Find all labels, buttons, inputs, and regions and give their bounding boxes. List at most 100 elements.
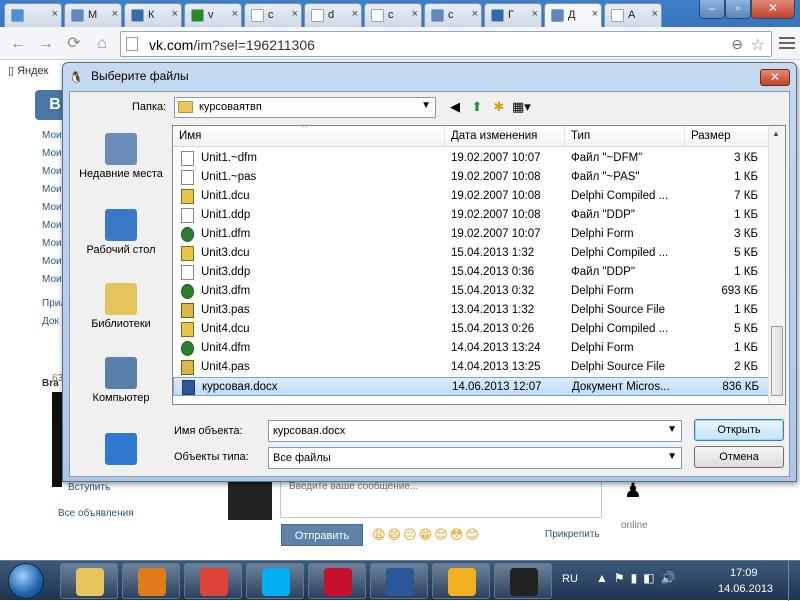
taskbar-word[interactable] bbox=[370, 563, 428, 599]
taskbar-explorer[interactable] bbox=[60, 563, 118, 599]
vk-left-menu-item[interactable]: Мои bbox=[42, 238, 62, 249]
back-arrow-icon[interactable]: ← bbox=[8, 34, 28, 54]
vk-left-menu-item[interactable]: Мои bbox=[42, 220, 62, 231]
column-name[interactable]: Имя bbox=[173, 126, 445, 147]
tab-2[interactable]: К × bbox=[124, 3, 182, 27]
all-ads-link[interactable]: Все объявления bbox=[58, 508, 134, 519]
browser-menu-icon[interactable] bbox=[779, 37, 795, 49]
bookmark-star-icon[interactable]: ☆ bbox=[751, 35, 765, 55]
taskbar-qip[interactable] bbox=[494, 563, 552, 599]
forward-arrow-icon[interactable]: → bbox=[36, 34, 56, 54]
table-row[interactable]: Unit4.dcu 15.04.2013 0:26 Delphi Compiled … bbox=[173, 320, 773, 339]
message-input[interactable]: Введите ваше сообщение... bbox=[280, 480, 602, 518]
new-folder-icon[interactable]: ✱ bbox=[490, 99, 508, 115]
tab-0[interactable]: × bbox=[4, 3, 62, 27]
column-date[interactable]: Дата изменения bbox=[445, 126, 565, 147]
reload-icon[interactable]: ⟳ bbox=[64, 34, 84, 54]
peer-avatar[interactable]: ♟ bbox=[618, 478, 648, 508]
taskbar-delphi7[interactable] bbox=[432, 563, 490, 599]
chevron-down-icon[interactable]: ▼ bbox=[667, 424, 677, 435]
table-row[interactable]: Unit1.~dfm 19.02.2007 10:07 Файл "~DFM" 3 К… bbox=[173, 149, 773, 168]
vk-left-menu-item[interactable]: Мои bbox=[42, 148, 62, 159]
table-row[interactable]: Unit1.dfm 19.02.2007 10:07 Delphi Form 3 КБ bbox=[173, 225, 773, 244]
tab-5[interactable]: d × bbox=[304, 3, 362, 27]
tab-close-icon[interactable]: × bbox=[172, 8, 178, 20]
tab-close-icon[interactable]: × bbox=[652, 8, 658, 20]
scroll-thumb[interactable] bbox=[771, 326, 783, 396]
table-row[interactable]: Unit3.dcu 15.04.2013 1:32 Delphi Compiled … bbox=[173, 244, 773, 263]
vk-ad-image[interactable] bbox=[52, 392, 62, 487]
tab-close-icon[interactable]: × bbox=[412, 8, 418, 20]
place-2[interactable]: Библиотеки bbox=[76, 283, 166, 330]
minimize-button[interactable]: – bbox=[699, 0, 725, 19]
open-button[interactable]: Открыть bbox=[694, 419, 784, 441]
table-row[interactable]: Unit3.pas 13.04.2013 1:32 Delphi Source Fi… bbox=[173, 301, 773, 320]
taskbar-skype[interactable] bbox=[246, 563, 304, 599]
table-row[interactable]: Unit1.dcu 19.02.2007 10:08 Delphi Compiled… bbox=[173, 187, 773, 206]
table-row[interactable]: Unit3.dfm 15.04.2013 0:32 Delphi Form 693 К… bbox=[173, 282, 773, 301]
taskbar-chrome[interactable] bbox=[184, 563, 242, 599]
tab-close-icon[interactable]: × bbox=[352, 8, 358, 20]
tab-9[interactable]: Д × bbox=[544, 3, 602, 27]
view-menu-icon[interactable]: ▦▾ bbox=[512, 99, 531, 115]
taskbar-acrobat[interactable] bbox=[308, 563, 366, 599]
tab-close-icon[interactable]: × bbox=[472, 8, 478, 20]
tab-close-icon[interactable]: × bbox=[592, 8, 598, 20]
table-row[interactable]: Unit3.ddp 15.04.2013 0:36 Файл "DDP" 1 КБ bbox=[173, 263, 773, 282]
vk-left-menu-item[interactable]: Мои bbox=[42, 184, 62, 195]
file-type-select[interactable]: Все файлы ▼ bbox=[268, 447, 682, 469]
table-row[interactable]: Unit1.~pas 19.02.2007 10:08 Файл "~PAS" 1 К… bbox=[173, 168, 773, 187]
avatar[interactable] bbox=[228, 480, 272, 520]
tab-3[interactable]: v × bbox=[184, 3, 242, 27]
language-indicator[interactable]: RU bbox=[562, 573, 578, 585]
tab-close-icon[interactable]: × bbox=[532, 8, 538, 20]
tab-1[interactable]: M × bbox=[64, 3, 122, 27]
zoom-icon[interactable]: ⊖ bbox=[731, 36, 743, 53]
send-button[interactable]: Отправить bbox=[281, 524, 363, 546]
file-name-input[interactable]: курсовая.docx ▼ bbox=[268, 420, 682, 442]
close-window-button[interactable]: ✕ bbox=[751, 0, 795, 19]
taskbar-media-player[interactable] bbox=[122, 563, 180, 599]
start-button[interactable] bbox=[2, 561, 54, 601]
scrollbar[interactable]: ▲ bbox=[768, 126, 785, 404]
vk-left-menu-item[interactable]: Мои bbox=[42, 130, 62, 141]
tab-close-icon[interactable]: × bbox=[52, 8, 58, 20]
tab-4[interactable]: c × bbox=[244, 3, 302, 27]
tab-7[interactable]: c × bbox=[424, 3, 482, 27]
vk-left-menu-item[interactable]: Мои bbox=[42, 166, 62, 177]
place-3[interactable]: Компьютер bbox=[76, 357, 166, 404]
clock-date[interactable]: 14.06.2013 bbox=[718, 583, 773, 595]
tab-8[interactable]: Г × bbox=[484, 3, 542, 27]
table-row[interactable]: Unit4.dfm 14.04.2013 13:24 Delphi Form 1 КБ bbox=[173, 339, 773, 358]
tab-close-icon[interactable]: × bbox=[292, 8, 298, 20]
tray-icons[interactable]: ▲⚑▮◧🔊 bbox=[596, 571, 682, 585]
join-link[interactable]: Вступить bbox=[68, 482, 110, 493]
emoji-bar[interactable]: 😩😄😐😁😌😳😊 bbox=[372, 527, 481, 543]
column-size[interactable]: Размер bbox=[685, 126, 773, 147]
tab-close-icon[interactable]: × bbox=[112, 8, 118, 20]
up-folder-icon[interactable]: ⬆ bbox=[468, 99, 486, 115]
tab-6[interactable]: c × bbox=[364, 3, 422, 27]
table-row[interactable]: Unit4.pas 14.04.2013 13:25 Delphi Source F… bbox=[173, 358, 773, 377]
bookmark-yandex[interactable]: ▯ Яндек bbox=[8, 64, 48, 77]
show-desktop-button[interactable] bbox=[788, 561, 800, 601]
vk-left-menu-item[interactable]: Мои bbox=[42, 202, 62, 213]
place-1[interactable]: Рабочий стол bbox=[76, 209, 166, 256]
cancel-button[interactable]: Отмена bbox=[694, 446, 784, 468]
home-icon[interactable]: ⌂ bbox=[92, 34, 112, 54]
maximize-button[interactable]: ▫ bbox=[725, 0, 751, 19]
chevron-down-icon[interactable]: ▼ bbox=[667, 451, 677, 462]
folder-select[interactable]: курсоваятвп ▼ bbox=[174, 97, 436, 118]
clock-time[interactable]: 17:09 bbox=[730, 567, 758, 579]
dialog-close-button[interactable]: ✕ bbox=[760, 69, 790, 86]
tab-10[interactable]: А × bbox=[604, 3, 662, 27]
back-icon[interactable]: ◀ bbox=[446, 99, 464, 115]
scroll-up-icon[interactable]: ▲ bbox=[772, 129, 780, 138]
place-0[interactable]: Недавние места bbox=[76, 133, 166, 180]
address-bar[interactable]: vk.com/im?sel=196211306 ⊖ ☆ bbox=[120, 31, 772, 57]
vk-left-menu-item[interactable]: Мои bbox=[42, 256, 62, 267]
tab-close-icon[interactable]: × bbox=[232, 8, 238, 20]
table-row[interactable]: курсовая.docx 14.06.2013 12:07 Документ Mi… bbox=[173, 377, 773, 396]
attach-link[interactable]: Прикрепить bbox=[545, 529, 600, 540]
column-type[interactable]: Тип bbox=[565, 126, 685, 147]
